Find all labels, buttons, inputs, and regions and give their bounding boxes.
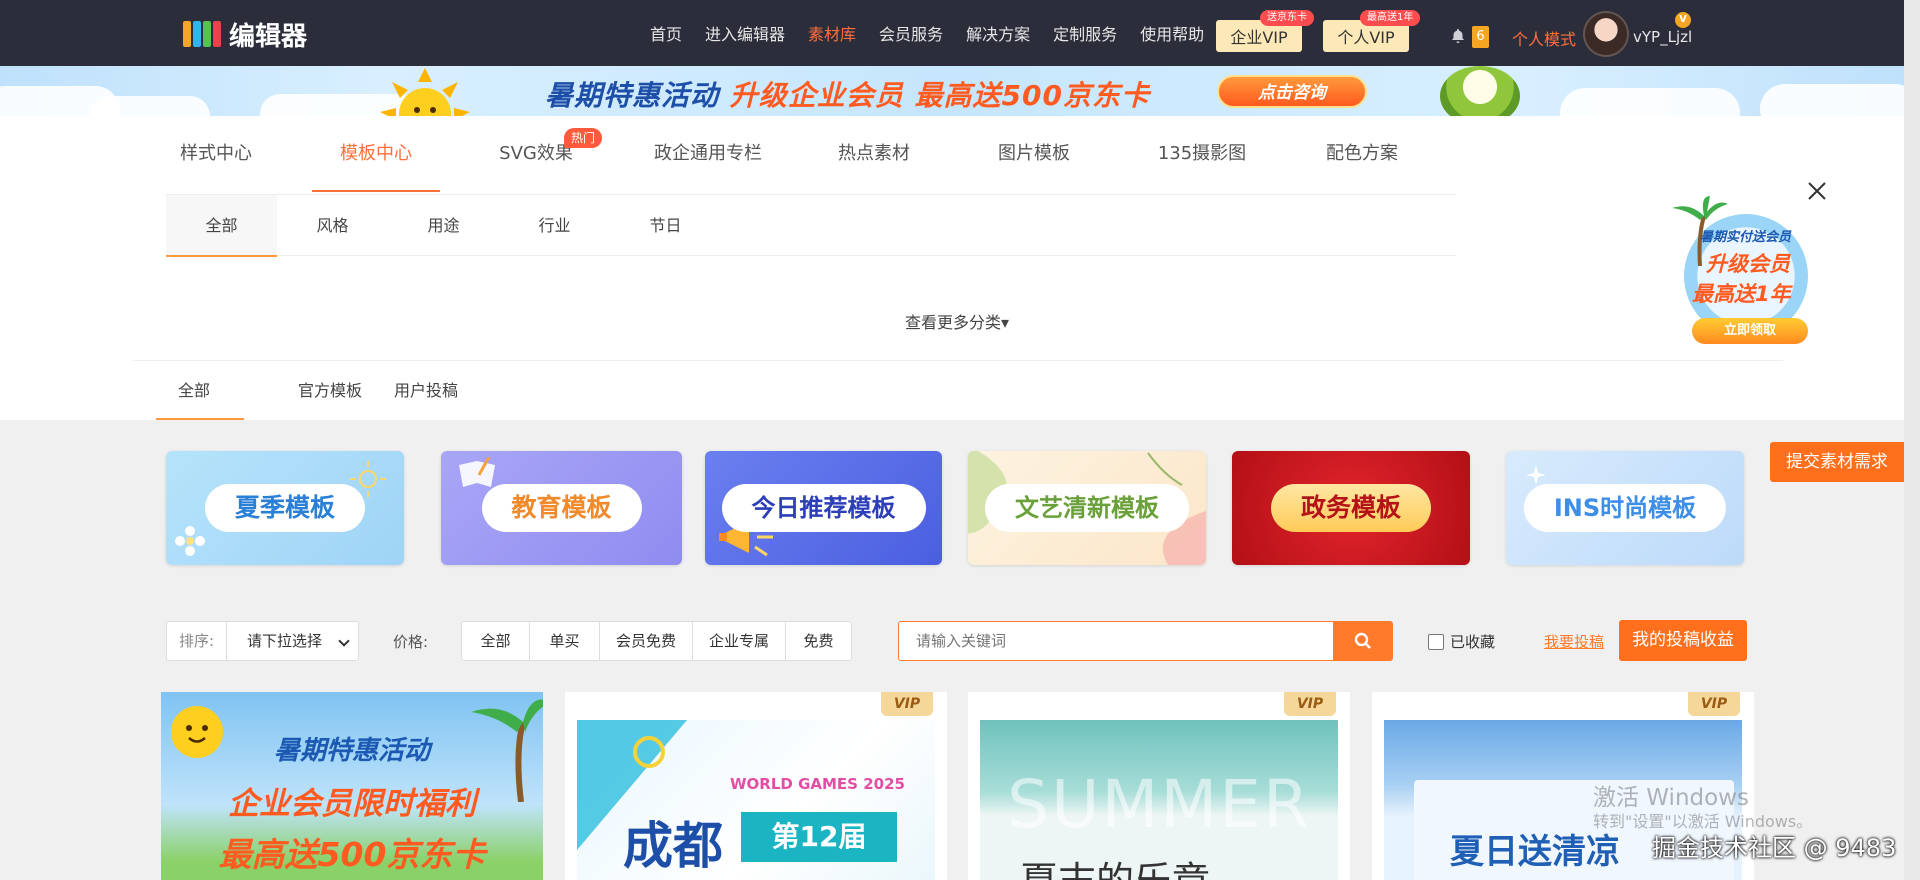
nav-item-custom[interactable]: 定制服务 — [1053, 21, 1117, 45]
mode-switch[interactable]: 个人模式 — [1512, 26, 1576, 50]
promo-banner[interactable]: 暑期特惠活动 升级企业会员 最高送500京东卡 点击咨询 — [0, 66, 1904, 116]
category-card-summer[interactable]: 夏季模板 — [166, 451, 404, 565]
contribute-link[interactable]: 我要投稿 — [1544, 631, 1604, 652]
flower-icon — [175, 526, 205, 556]
hot-tag: 热门 — [563, 128, 602, 148]
submit-request-button[interactable]: 提交素材需求 — [1770, 442, 1904, 482]
tab-color-schemes[interactable]: 配色方案 — [1320, 116, 1404, 192]
nav-item-editor[interactable]: 进入编辑器 — [705, 21, 785, 45]
main-tabs: 样式中心 模板中心 SVG效果 热门 政企通用专栏 热点素材 图片模板 135摄… — [168, 116, 1404, 192]
tab-svg-effects[interactable]: SVG效果 热门 — [488, 116, 602, 192]
nav-item-home[interactable]: 首页 — [650, 21, 682, 45]
source-tabs: 全部 官方模板 用户投稿 — [140, 361, 458, 420]
tab-template-center[interactable]: 模板中心 — [312, 116, 440, 192]
enterprise-vip-tag: 送京东卡 — [1260, 10, 1314, 26]
category-card-ins[interactable]: INS时尚模板 — [1506, 451, 1744, 565]
avatar[interactable] — [1583, 11, 1629, 57]
promo-text: 暑期特惠活动 升级企业会员 最高送500京东卡 — [545, 79, 1150, 112]
price-option-free[interactable]: 免费 — [786, 622, 851, 660]
earnings-button[interactable]: 我的投稿收益 — [1619, 620, 1747, 661]
price-label: 价格: — [393, 633, 429, 651]
coconut-icon — [1440, 66, 1520, 116]
nav-item-solutions[interactable]: 解决方案 — [966, 21, 1030, 45]
checkbox-icon[interactable] — [1428, 633, 1444, 650]
vip-badge: VIP — [881, 692, 933, 716]
main-nav: 首页 进入编辑器 素材库 会员服务 解决方案 定制服务 使用帮助 — [650, 0, 1227, 66]
category-panel: 样式中心 模板中心 SVG效果 热门 政企通用专栏 热点素材 图片模板 135摄… — [0, 116, 1904, 420]
tab-photography[interactable]: 135摄影图 — [1152, 116, 1252, 192]
subtab-festival[interactable]: 节日 — [610, 195, 721, 256]
category-card-government[interactable]: 政务模板 — [1232, 451, 1470, 565]
scrollbar[interactable] — [1904, 0, 1920, 880]
tab-government[interactable]: 政企通用专栏 — [648, 116, 768, 192]
nav-item-library[interactable]: 素材库 — [808, 21, 856, 45]
claim-now-button[interactable]: 立即领取 — [1692, 318, 1808, 344]
logo-mark-icon — [183, 19, 221, 49]
template-card[interactable]: VIP WORLD GAMES 2025 成都 第12届 — [565, 692, 947, 880]
template-card[interactable]: 暑期特惠活动 企业会员限时福利 最高送500京东卡 — [161, 692, 543, 880]
subtab-usage[interactable]: 用途 — [388, 195, 499, 256]
tab-hot-materials[interactable]: 热点素材 — [832, 116, 916, 192]
vip-badge-icon: V — [1675, 12, 1691, 28]
price-filter: 全部 单买 会员免费 企业专属 免费 — [461, 621, 852, 661]
nav-item-membership[interactable]: 会员服务 — [879, 21, 943, 45]
tab-image-templates[interactable]: 图片模板 — [992, 116, 1076, 192]
price-option-member-free[interactable]: 会员免费 — [600, 622, 693, 660]
search-button[interactable] — [1333, 621, 1393, 661]
source-tab-official[interactable]: 官方模板 — [298, 361, 362, 420]
logo-text: 编辑器 — [229, 21, 308, 52]
subtabs: 全部 风格 用途 行业 节日 — [166, 194, 1456, 257]
template-card[interactable]: VIP SUMMER 夏末的乐章 — [968, 692, 1350, 880]
site-watermark: 掘金技术社区 @ 9483 — [1652, 834, 1897, 862]
more-categories-link[interactable]: 查看更多分类▾ — [905, 309, 1009, 333]
nav-item-help[interactable]: 使用帮助 — [1140, 21, 1204, 45]
source-tab-user[interactable]: 用户投稿 — [394, 361, 458, 420]
category-card-education[interactable]: 教育模板 — [441, 451, 682, 565]
category-card-literary[interactable]: 文艺清新模板 — [968, 451, 1206, 565]
logo[interactable]: 编辑器 — [183, 18, 308, 52]
sparkle-icon — [1526, 465, 1546, 485]
source-tab-all[interactable]: 全部 — [155, 361, 245, 420]
top-nav: 编辑器 首页 进入编辑器 素材库 会员服务 解决方案 定制服务 使用帮助 企业V… — [0, 0, 1920, 66]
price-option-enterprise[interactable]: 企业专属 — [693, 622, 786, 660]
personal-vip-tag: 最高送1年 — [1360, 10, 1421, 26]
username[interactable]: vYP_Ljzl — [1633, 28, 1692, 46]
sort-label: 排序: — [167, 622, 227, 660]
vip-badge: VIP — [1688, 692, 1740, 716]
vip-badge: VIP — [1284, 692, 1336, 716]
sort-box: 排序: 请下拉选择 — [166, 621, 359, 661]
subtab-industry[interactable]: 行业 — [499, 195, 610, 256]
search-input[interactable] — [898, 621, 1334, 661]
search-icon — [1354, 632, 1371, 649]
promo-consult-button[interactable]: 点击咨询 — [1217, 75, 1367, 108]
subtab-all[interactable]: 全部 — [166, 195, 277, 257]
bell-icon[interactable] — [1450, 28, 1466, 44]
category-card-recommended[interactable]: 今日推荐模板 — [705, 451, 942, 565]
price-option-single[interactable]: 单买 — [530, 622, 600, 660]
sun-icon — [380, 68, 470, 116]
favorites-checkbox[interactable]: 已收藏 — [1428, 631, 1495, 652]
price-option-all[interactable]: 全部 — [462, 622, 530, 660]
notification-count[interactable]: 6 — [1472, 26, 1489, 48]
windows-activation-watermark: 激活 Windows — [1593, 785, 1749, 811]
tab-style-center[interactable]: 样式中心 — [168, 116, 264, 192]
sort-select[interactable]: 请下拉选择 — [227, 622, 358, 660]
subtab-style[interactable]: 风格 — [277, 195, 388, 256]
summer-member-badge[interactable]: 暑期实付送会员 升级会员 最高送1年 立即领取 — [1662, 196, 1822, 346]
